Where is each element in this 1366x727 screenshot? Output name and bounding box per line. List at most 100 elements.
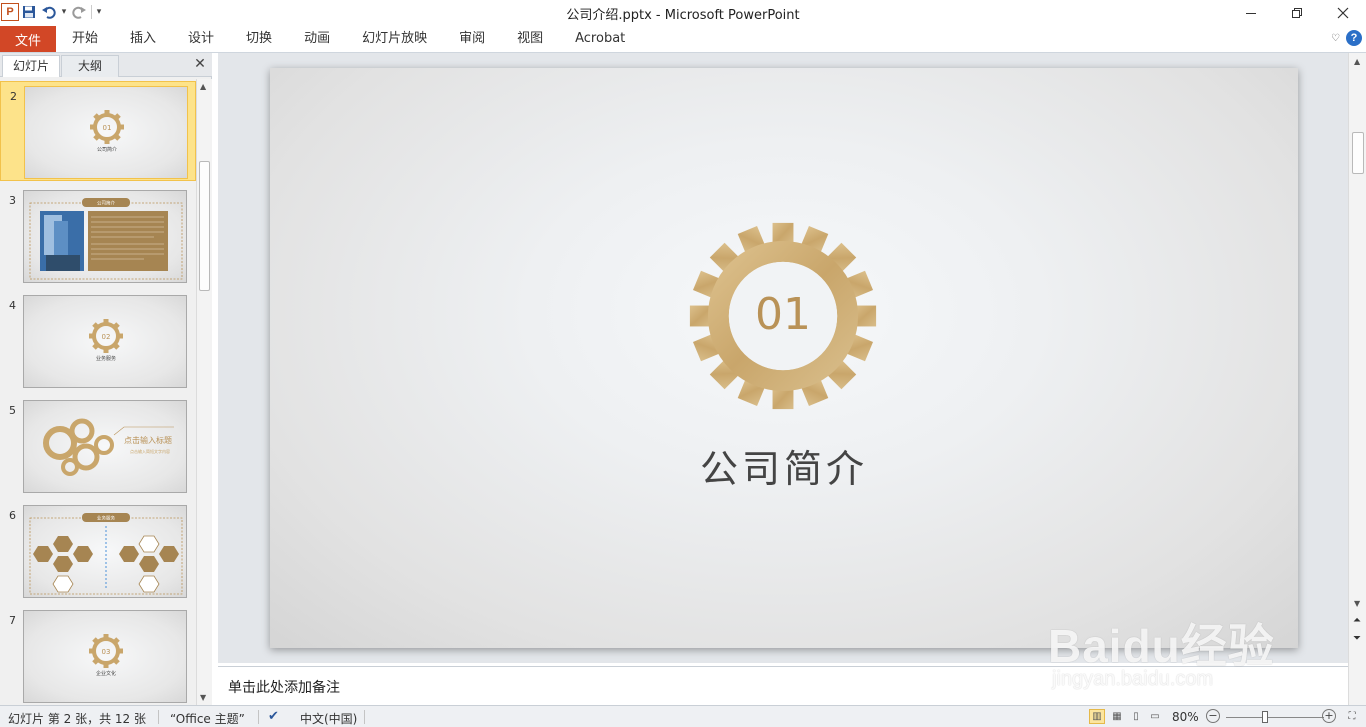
- ribbon-right-controls: ♡ ?: [1331, 30, 1362, 46]
- slide-scrollbar[interactable]: ▲ ▼ ⏶ ⏷: [1348, 53, 1366, 705]
- status-divider: [258, 710, 259, 724]
- gear-thumbnail-graphic: 01 公司简介: [90, 110, 124, 153]
- tab-design[interactable]: 设计: [172, 26, 230, 52]
- zoom-out-button[interactable]: −: [1206, 709, 1220, 723]
- svg-text:业务服务: 业务服务: [96, 355, 116, 362]
- status-divider: [364, 710, 365, 724]
- zoom-level[interactable]: 80%: [1172, 710, 1199, 724]
- scrollbar-thumb[interactable]: [1352, 132, 1364, 174]
- minimize-button[interactable]: [1228, 0, 1274, 26]
- slideshow-icon[interactable]: ▭: [1147, 709, 1163, 724]
- status-bar: 幻灯片 第 2 张，共 12 张 “Office 主题” ✔ 中文(中国) ▥ …: [0, 705, 1366, 727]
- expand-ribbon-icon[interactable]: ♡: [1331, 33, 1340, 44]
- tab-insert[interactable]: 插入: [114, 26, 172, 52]
- window-title: 公司介绍.pptx - Microsoft PowerPoint: [566, 8, 800, 23]
- tab-home[interactable]: 开始: [56, 26, 114, 52]
- slide-thumbnail-row[interactable]: 3 公司简介: [0, 186, 196, 286]
- save-icon[interactable]: [19, 2, 39, 22]
- redo-icon[interactable]: [69, 2, 89, 22]
- tab-review[interactable]: 审阅: [443, 26, 501, 52]
- svg-text:公司简介: 公司简介: [97, 200, 115, 207]
- slide-count-status: 幻灯片 第 2 张，共 12 张: [8, 712, 146, 726]
- slide-thumbnail-row[interactable]: 6 业务服务: [0, 501, 196, 601]
- slide-thumbnail[interactable]: 点击输入标题 点击输入简短文字内容: [23, 400, 187, 493]
- tab-outline[interactable]: 大纲: [61, 55, 119, 77]
- slide-thumbnail[interactable]: 业务服务: [23, 505, 187, 598]
- scroll-down-icon[interactable]: ▼: [1354, 599, 1360, 608]
- language-status[interactable]: 中文(中国): [300, 710, 357, 727]
- slide-number: 3: [9, 194, 16, 207]
- fit-to-window-icon[interactable]: ⛶: [1344, 709, 1360, 724]
- zoom-in-button[interactable]: +: [1322, 709, 1336, 723]
- status-divider: [158, 710, 159, 724]
- normal-view-icon[interactable]: ▥: [1089, 709, 1105, 724]
- slide-number: 4: [9, 299, 16, 312]
- hexagon-thumbnail-graphic: 业务服务: [29, 513, 183, 595]
- tab-slides[interactable]: 幻灯片: [2, 55, 60, 77]
- quick-access-toolbar: P ▾ ▾: [0, 2, 104, 22]
- slides-pane-tabs: 幻灯片 大纲 ✕: [0, 53, 212, 77]
- window-controls: [1228, 0, 1366, 26]
- svg-text:公司简介: 公司简介: [97, 146, 117, 153]
- slide-sorter-icon[interactable]: ▦: [1109, 709, 1125, 724]
- svg-text:企业文化: 企业文化: [96, 670, 116, 677]
- tab-file[interactable]: 文件: [0, 26, 56, 52]
- gear-thumbnail-graphic: 03 企业文化: [89, 634, 123, 677]
- gear-number: 01: [755, 289, 811, 340]
- tab-view[interactable]: 视图: [501, 26, 559, 52]
- proofing-icon[interactable]: ✔: [268, 709, 279, 724]
- powerpoint-app-icon[interactable]: P: [1, 3, 19, 21]
- customize-quick-access-icon[interactable]: ▾: [94, 7, 104, 17]
- title-bar: P ▾ ▾ 公司介绍.pptx - Microsoft PowerPoint: [0, 0, 1366, 26]
- slide-thumbnail-row[interactable]: 4 02 业务服务: [0, 291, 196, 391]
- svg-text:02: 02: [102, 333, 111, 341]
- slide-thumbnail[interactable]: 02 业务服务: [23, 295, 187, 388]
- zoom-slider-track[interactable]: [1226, 717, 1324, 718]
- slide-thumbnail[interactable]: 03 企业文化: [23, 610, 187, 703]
- ribbon-tabs: 开始 插入 设计 切换 动画 幻灯片放映 审阅 视图 Acrobat: [56, 26, 641, 52]
- thumbnail-scrollbar[interactable]: ▲ ▼: [196, 79, 212, 705]
- slide-number: 6: [9, 509, 16, 522]
- slide-thumbnail-row[interactable]: 5 点击输入标题 点击输入简短文字内容: [0, 396, 196, 496]
- toolbar-separator: [91, 5, 92, 19]
- scroll-down-icon[interactable]: ▼: [200, 693, 206, 702]
- slide-number: 2: [10, 90, 17, 103]
- reading-view-icon[interactable]: ▯: [1128, 709, 1144, 724]
- tab-slideshow[interactable]: 幻灯片放映: [346, 26, 443, 52]
- svg-text:业务服务: 业务服务: [97, 515, 115, 522]
- notes-placeholder[interactable]: 单击此处添加备注: [228, 677, 340, 697]
- gear-thumbnail-graphic: 02 业务服务: [89, 319, 123, 362]
- close-button[interactable]: [1320, 0, 1366, 26]
- scroll-up-icon[interactable]: ▲: [200, 82, 206, 91]
- slide-thumbnail-list: 2 01 公司简介 3 公司简介 4 02 业务服务 5 点击输入标题 点击输入…: [0, 79, 196, 705]
- zoom-slider-thumb[interactable]: [1262, 711, 1269, 723]
- undo-dropdown-icon[interactable]: ▾: [59, 7, 69, 17]
- tab-animations[interactable]: 动画: [288, 26, 346, 52]
- slide-number: 7: [9, 614, 16, 627]
- undo-icon[interactable]: [39, 2, 59, 22]
- svg-text:点击输入简短文字内容: 点击输入简短文字内容: [130, 448, 170, 454]
- svg-text:点击输入标题: 点击输入标题: [124, 435, 172, 445]
- scrollbar-thumb[interactable]: [199, 161, 210, 291]
- svg-text:01: 01: [103, 124, 112, 132]
- theme-status[interactable]: “Office 主题”: [170, 710, 245, 727]
- slide-thumbnail-row[interactable]: 2 01 公司简介: [0, 81, 196, 181]
- notes-pane[interactable]: 单击此处添加备注: [218, 666, 1348, 705]
- current-slide[interactable]: 01 公司简介: [270, 68, 1298, 648]
- slides-pane: 幻灯片 大纲 ✕ 2 01 公司简介 3 公司简介 4 02 业务服务 5 点击…: [0, 53, 212, 705]
- slide-title[interactable]: 公司简介: [590, 438, 978, 493]
- slide-thumbnail-row[interactable]: 7 03 企业文化: [0, 606, 196, 705]
- previous-slide-icon[interactable]: ⏶: [1353, 615, 1361, 626]
- slide-thumbnail[interactable]: 01 公司简介: [24, 86, 188, 179]
- tab-acrobat[interactable]: Acrobat: [559, 26, 641, 52]
- scroll-up-icon[interactable]: ▲: [1354, 57, 1360, 66]
- gears-thumbnail-graphic: 点击输入标题 点击输入简短文字内容: [43, 418, 174, 476]
- tab-transitions[interactable]: 切换: [230, 26, 288, 52]
- help-icon[interactable]: ?: [1346, 30, 1362, 46]
- close-pane-icon[interactable]: ✕: [192, 56, 208, 72]
- restore-button[interactable]: [1274, 0, 1320, 26]
- next-slide-icon[interactable]: ⏷: [1353, 633, 1361, 644]
- ribbon: 文件 开始 插入 设计 切换 动画 幻灯片放映 审阅 视图 Acrobat ♡ …: [0, 26, 1366, 53]
- slide-thumbnail[interactable]: 公司简介: [23, 190, 187, 283]
- content-thumbnail-graphic: 公司简介: [29, 198, 183, 280]
